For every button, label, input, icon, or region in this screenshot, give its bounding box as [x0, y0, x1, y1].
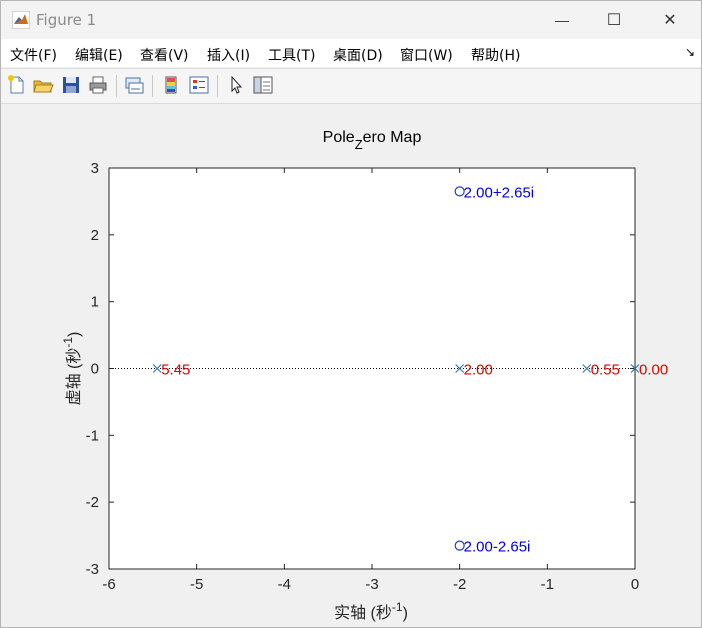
x-axis-label: 实轴 (秒-1) [334, 600, 408, 622]
maximize-button[interactable]: ☐ [591, 1, 637, 39]
title-bar[interactable]: Figure 1 — ☐ ✕ [1, 1, 701, 39]
y-tick-label: 1 [91, 294, 99, 311]
matlab-logo-icon [12, 11, 30, 29]
window-title: Figure 1 [36, 11, 97, 29]
x-tick-label: -3 [365, 576, 378, 593]
menu-tools[interactable]: 工具(T) [268, 45, 315, 65]
pointer-icon[interactable] [225, 74, 247, 96]
figure-window: Figure 1 — ☐ ✕ 文件(F) 编辑(E) 查看(V) 插入(I) 工… [0, 0, 702, 628]
menu-window[interactable]: 窗口(W) [400, 45, 453, 65]
figure-toolbar [1, 68, 701, 104]
y-tick-label: 0 [91, 361, 99, 378]
close-button[interactable]: ✕ [647, 1, 693, 39]
property-editor-icon[interactable] [252, 74, 274, 96]
chart-title: PoleZero Map [323, 129, 422, 152]
print-icon[interactable] [87, 74, 109, 96]
new-figure-icon[interactable] [6, 74, 28, 96]
y-axis-label: 虚轴 (秒-1) [61, 332, 83, 406]
open-file-icon[interactable] [32, 74, 54, 96]
pole-label: 2.00 [464, 362, 493, 379]
menu-insert[interactable]: 插入(I) [207, 45, 250, 65]
menu-edit[interactable]: 编辑(E) [75, 45, 123, 65]
toolbar-separator [116, 75, 117, 97]
y-tick-label: -1 [86, 427, 99, 444]
menu-bar: 文件(F) 编辑(E) 查看(V) 插入(I) 工具(T) 桌面(D) 窗口(W… [1, 39, 701, 67]
dock-arrow-icon[interactable]: ↘ [685, 45, 695, 59]
zero-label: 2.00+2.65i [464, 184, 534, 201]
menu-view[interactable]: 查看(V) [140, 45, 189, 65]
y-tick-label: -2 [86, 494, 99, 511]
legend-icon[interactable] [188, 74, 210, 96]
colorbar-icon[interactable] [160, 74, 182, 96]
toolbar-separator [152, 75, 153, 97]
pole-label: 0.55 [591, 362, 620, 379]
toolbar-separator [217, 75, 218, 97]
save-icon[interactable] [60, 74, 82, 96]
menu-desktop[interactable]: 桌面(D) [333, 45, 383, 65]
x-tick-label: -4 [278, 576, 291, 593]
x-tick-label: 0 [631, 576, 639, 593]
maximize-icon: ☐ [606, 12, 622, 29]
pole-label: 0.00 [639, 362, 668, 379]
menu-help[interactable]: 帮助(H) [471, 45, 520, 65]
x-tick-label: -2 [453, 576, 466, 593]
minimize-icon: — [555, 12, 569, 28]
pole-label: 5.45 [161, 362, 190, 379]
zero-label: 2.00-2.65i [464, 539, 531, 556]
minimize-button[interactable]: — [539, 1, 585, 39]
pole-zero-chart[interactable]: -6 -5 -4 -3 -2 -1 0 -3 -2 -1 0 1 2 3 PoleZero Map 实轴 (秒… [1, 103, 701, 627]
y-tick-label: 2 [91, 227, 99, 244]
x-tick-label: -5 [190, 576, 203, 593]
close-icon: ✕ [663, 12, 677, 29]
y-tick-label: -3 [86, 561, 99, 578]
y-tick-label: 3 [91, 160, 99, 177]
menu-file[interactable]: 文件(F) [10, 45, 57, 65]
link-plot-icon[interactable] [123, 74, 145, 96]
x-tick-label: -1 [541, 576, 554, 593]
x-tick-label: -6 [102, 576, 115, 593]
